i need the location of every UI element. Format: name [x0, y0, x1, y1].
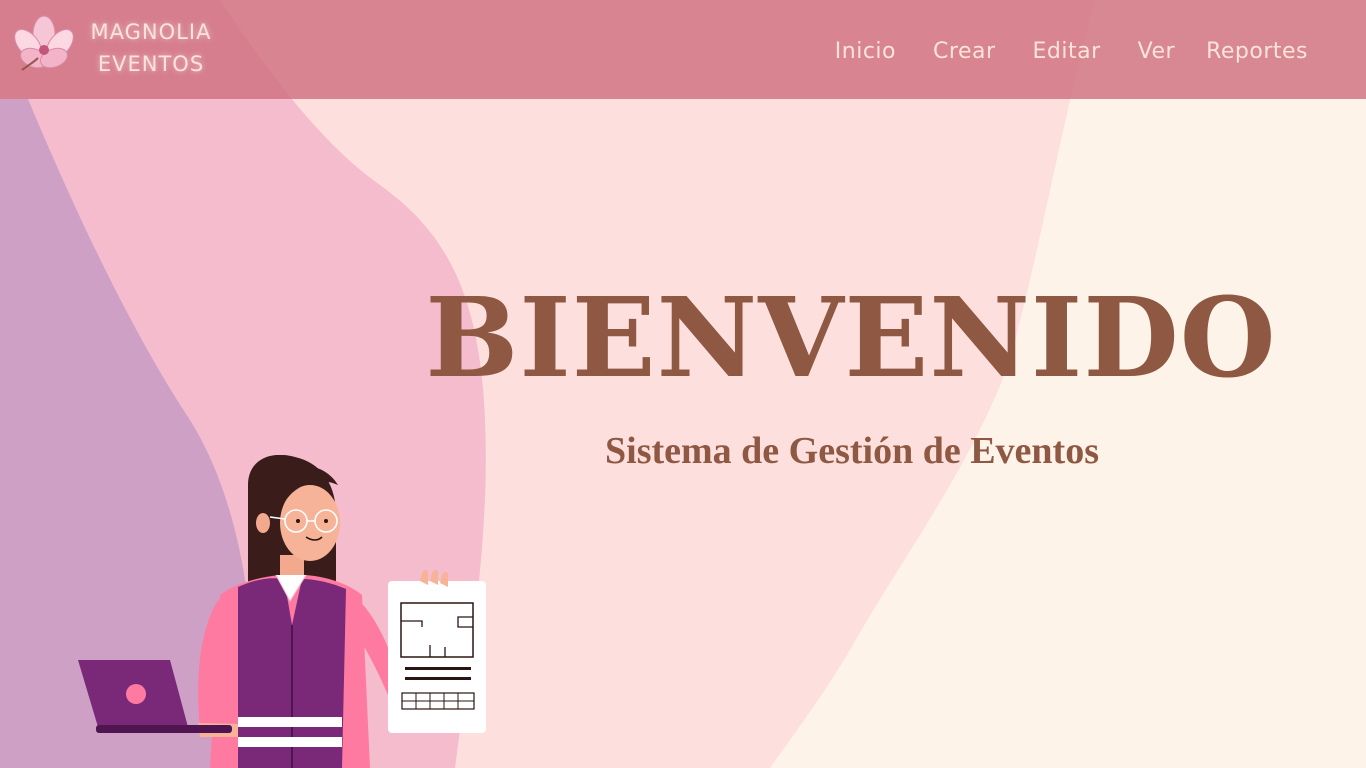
brand-line-2: EVENTOS	[97, 52, 205, 76]
nav-link-crear[interactable]: Crear	[933, 36, 995, 68]
hero-subtitle: Sistema de Gestión de Eventos	[605, 430, 1099, 472]
face	[280, 485, 340, 561]
floor-plan-icon	[388, 581, 486, 733]
brand-name: MAGNOLIA EVENTOS	[84, 16, 218, 80]
top-navbar: MAGNOLIA EVENTOS Inicio Crear Editar Ver…	[0, 0, 1366, 99]
woman-illustration	[78, 455, 486, 768]
magnolia-flower-icon[interactable]	[8, 12, 80, 78]
nav-link-ver[interactable]: Ver	[1138, 36, 1175, 68]
hero-title: BIENVENIDO	[425, 273, 1277, 402]
brand-line-1: MAGNOLIA	[90, 20, 212, 44]
main-nav: Inicio Crear Editar Ver Reportes	[835, 36, 1308, 68]
nav-link-editar[interactable]: Editar	[1033, 36, 1101, 68]
nav-link-reportes[interactable]: Reportes	[1206, 36, 1308, 68]
nav-link-inicio[interactable]: Inicio	[835, 36, 896, 68]
